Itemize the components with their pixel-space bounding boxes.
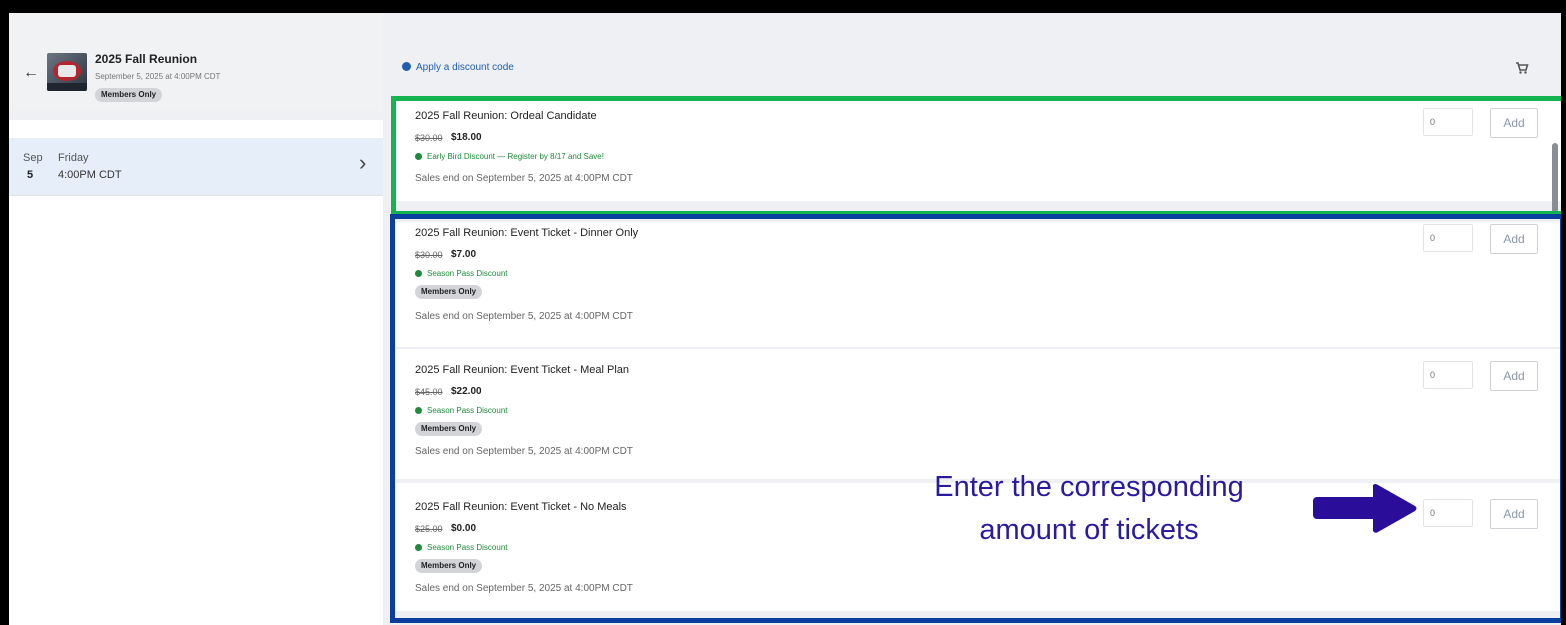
event-title: 2025 Fall Reunion bbox=[95, 52, 198, 66]
ticket-card-ordeal-candidate: 2025 Fall Reunion: Ordeal Candidate $30.… bbox=[396, 97, 1561, 201]
cart-icon[interactable] bbox=[1515, 61, 1529, 75]
ticket-card-dinner-only: 2025 Fall Reunion: Event Ticket - Dinner… bbox=[396, 222, 1561, 347]
event-thumbnail bbox=[47, 53, 87, 91]
discount-icon bbox=[402, 62, 411, 71]
ticket-price: $18.00 bbox=[451, 132, 482, 143]
scrollbar[interactable] bbox=[1552, 143, 1558, 213]
date-day: 5 bbox=[27, 169, 34, 181]
date-month: Sep bbox=[23, 152, 43, 164]
ticket-discount: Season Pass Discount bbox=[415, 269, 508, 278]
ticket-name: 2025 Fall Reunion: Event Ticket - No Mea… bbox=[415, 501, 627, 513]
date-list: Sep 5 Friday 4:00PM CDT › bbox=[9, 120, 383, 625]
chevron-right-icon[interactable]: › bbox=[359, 152, 366, 174]
add-button[interactable]: Add bbox=[1490, 361, 1538, 391]
ticket-price: $0.00 bbox=[451, 523, 477, 534]
annotation-line-1: Enter the corresponding bbox=[934, 471, 1244, 503]
date-option-sep-5[interactable]: Sep 5 Friday 4:00PM CDT › bbox=[9, 138, 383, 196]
add-button[interactable]: Add bbox=[1490, 499, 1538, 529]
apply-discount-link[interactable]: Apply a discount code bbox=[402, 62, 514, 73]
members-only-badge: Members Only bbox=[415, 422, 483, 436]
ticket-name: 2025 Fall Reunion: Event Ticket - Dinner… bbox=[415, 227, 639, 239]
ticket-sales-end: Sales end on September 5, 2025 at 4:00PM… bbox=[415, 446, 633, 457]
ticket-sales-end: Sales end on September 5, 2025 at 4:00PM… bbox=[415, 173, 633, 184]
members-only-badge: Members Only bbox=[415, 285, 483, 299]
ticket-card-meal-plan: 2025 Fall Reunion: Event Ticket - Meal P… bbox=[396, 349, 1561, 479]
ticket-original-price: $30.00 bbox=[415, 133, 443, 143]
date-weekday: Friday bbox=[58, 152, 89, 164]
annotation-text: Enter the corresponding amount of ticket… bbox=[889, 466, 1289, 552]
ticket-sales-end: Sales end on September 5, 2025 at 4:00PM… bbox=[415, 583, 633, 594]
check-circle-icon bbox=[415, 407, 422, 414]
ticket-discount: Season Pass Discount bbox=[415, 406, 508, 415]
ticket-original-price: $30.00 bbox=[415, 250, 443, 260]
app-frame: ← 2025 Fall Reunion September 5, 2025 at… bbox=[9, 13, 1561, 625]
annotation-line-2: amount of tickets bbox=[979, 514, 1199, 546]
add-button[interactable]: Add bbox=[1490, 224, 1538, 254]
ticket-name: 2025 Fall Reunion: Ordeal Candidate bbox=[415, 110, 597, 122]
ticket-original-price: $45.00 bbox=[415, 387, 443, 397]
quantity-input[interactable] bbox=[1423, 499, 1473, 527]
event-date: September 5, 2025 at 4:00PM CDT bbox=[95, 72, 221, 81]
back-arrow-icon[interactable]: ← bbox=[23, 65, 39, 81]
quantity-input[interactable] bbox=[1423, 224, 1473, 252]
members-only-badge: Members Only bbox=[415, 559, 483, 573]
event-header: ← 2025 Fall Reunion September 5, 2025 at… bbox=[9, 13, 383, 111]
add-button[interactable]: Add bbox=[1490, 108, 1538, 138]
ticket-discount: Early Bird Discount — Register by 8/17 a… bbox=[415, 152, 604, 161]
quantity-input[interactable] bbox=[1423, 108, 1473, 136]
ticket-discount-label: Season Pass Discount bbox=[427, 543, 508, 552]
ticket-sales-end: Sales end on September 5, 2025 at 4:00PM… bbox=[415, 311, 633, 322]
ticket-discount-label: Season Pass Discount bbox=[427, 269, 508, 278]
ticket-name: 2025 Fall Reunion: Event Ticket - Meal P… bbox=[415, 364, 630, 376]
check-circle-icon bbox=[415, 270, 422, 277]
arrow-right-icon bbox=[1313, 484, 1417, 533]
discount-link-label: Apply a discount code bbox=[416, 62, 514, 73]
ticket-original-price: $25.00 bbox=[415, 524, 443, 534]
ticket-discount: Season Pass Discount bbox=[415, 543, 508, 552]
date-time: 4:00PM CDT bbox=[58, 169, 122, 181]
members-only-badge: Members Only bbox=[95, 88, 163, 102]
ticket-price: $22.00 bbox=[451, 386, 482, 397]
quantity-input[interactable] bbox=[1423, 361, 1473, 389]
left-panel: ← 2025 Fall Reunion September 5, 2025 at… bbox=[9, 13, 383, 625]
check-circle-icon bbox=[415, 153, 422, 160]
ticket-discount-label: Early Bird Discount — Register by 8/17 a… bbox=[427, 152, 604, 161]
check-circle-icon bbox=[415, 544, 422, 551]
ticket-price: $7.00 bbox=[451, 249, 477, 260]
ticket-discount-label: Season Pass Discount bbox=[427, 406, 508, 415]
